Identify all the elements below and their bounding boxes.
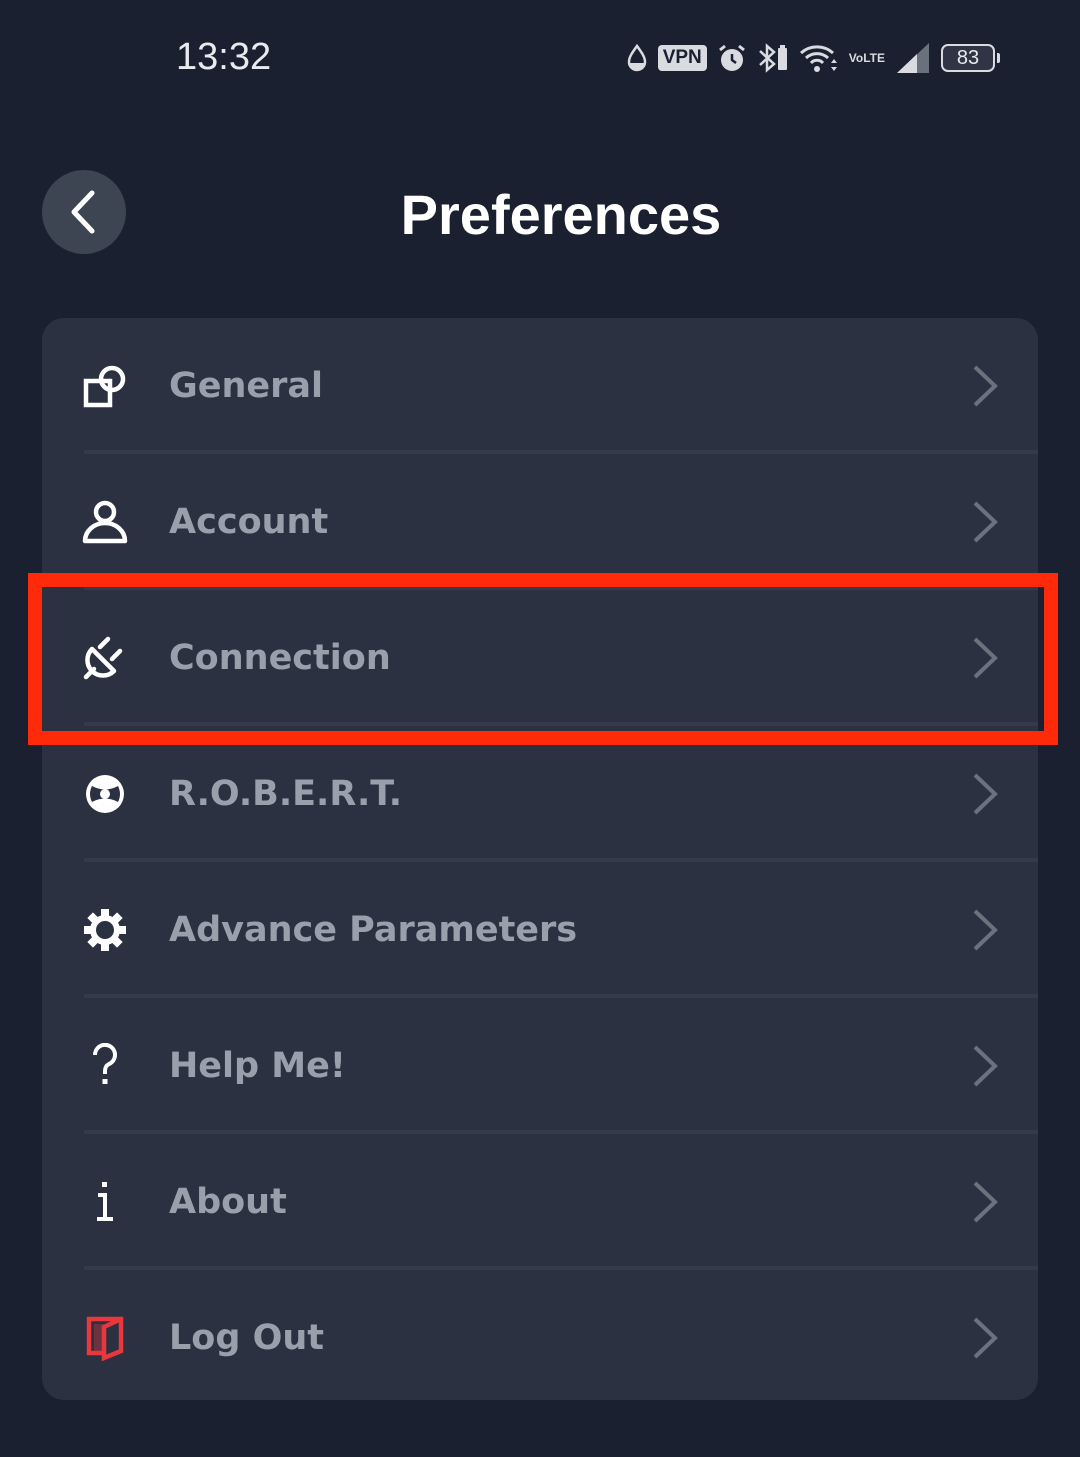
volte-bottom-text: LTE	[863, 50, 885, 65]
menu-item-logout[interactable]: Log Out	[42, 1270, 1038, 1400]
battery-level: 83	[941, 44, 995, 72]
chevron-right-icon	[973, 637, 998, 679]
chevron-right-icon	[973, 909, 998, 951]
menu-item-label: Account	[169, 502, 329, 542]
menu-item-label: Advance Parameters	[169, 910, 578, 950]
plug-icon	[82, 635, 128, 681]
menu-item-general[interactable]: General	[42, 318, 1038, 454]
vpn-icon: VPN	[657, 45, 707, 71]
menu-item-label: Help Me!	[169, 1046, 346, 1086]
menu-item-connection[interactable]: Connection	[42, 590, 1038, 726]
menu-item-advance-parameters[interactable]: Advance Parameters	[42, 862, 1038, 998]
preferences-menu: General Account Connection R.O.B.E.R.T. …	[42, 318, 1038, 1400]
status-time: 13:32	[176, 36, 272, 78]
chevron-right-icon	[973, 365, 998, 407]
wifi-icon	[799, 43, 839, 73]
shapes-icon	[82, 363, 128, 409]
menu-item-label: Connection	[169, 638, 391, 678]
menu-item-robert[interactable]: R.O.B.E.R.T.	[42, 726, 1038, 862]
bluetooth-icon	[757, 43, 789, 73]
chevron-right-icon	[973, 1045, 998, 1087]
robot-icon	[82, 771, 128, 817]
menu-item-help[interactable]: Help Me!	[42, 998, 1038, 1134]
user-icon	[82, 499, 128, 545]
menu-item-label: Log Out	[169, 1318, 324, 1358]
menu-item-label: R.O.B.E.R.T.	[169, 774, 403, 814]
gear-icon	[82, 907, 128, 953]
menu-item-label: About	[169, 1182, 287, 1222]
alarm-icon	[717, 43, 747, 73]
cellular-signal-icon	[895, 41, 931, 75]
battery-icon: 83	[941, 44, 1000, 72]
volte-top-text: Vo	[848, 50, 864, 65]
menu-item-about[interactable]: About	[42, 1134, 1038, 1270]
menu-item-label: General	[169, 366, 323, 406]
battery-tip	[997, 53, 1000, 63]
logout-door-icon	[82, 1315, 128, 1361]
water-drop-icon	[626, 44, 648, 72]
chevron-right-icon	[973, 501, 998, 543]
question-icon	[82, 1043, 128, 1089]
header: Preferences	[0, 170, 1080, 260]
chevron-right-icon	[973, 773, 998, 815]
volte-icon: Vo LTE	[848, 50, 885, 65]
info-icon	[82, 1179, 128, 1225]
status-icons: VPN Vo LTE 83	[626, 38, 1000, 78]
page-title: Preferences	[400, 183, 722, 246]
chevron-right-icon	[973, 1181, 998, 1223]
status-bar: 13:32 VPN Vo LTE 83	[0, 0, 1080, 120]
menu-item-account[interactable]: Account	[42, 454, 1038, 590]
chevron-right-icon	[973, 1317, 998, 1359]
